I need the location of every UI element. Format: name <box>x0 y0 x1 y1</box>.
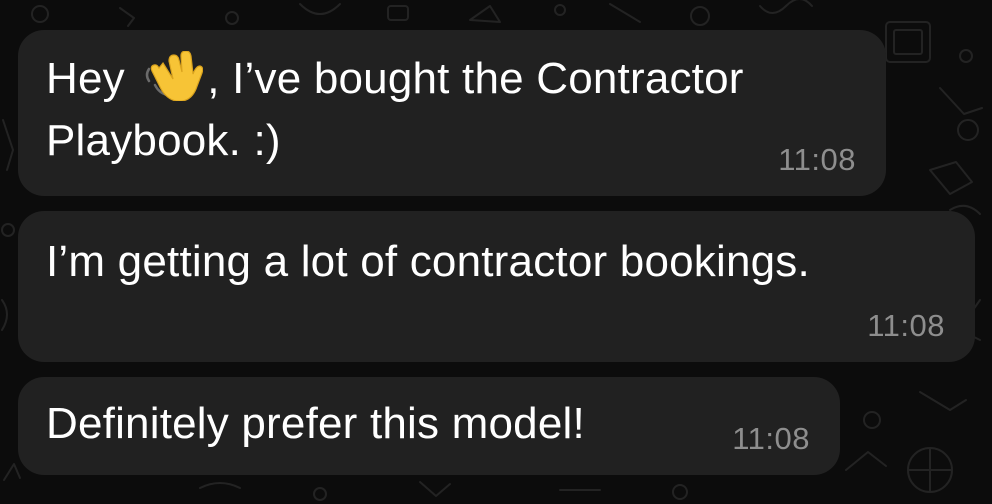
message-timestamp: 11:08 <box>778 142 856 177</box>
message-text: I’m getting a lot of contractor bookings… <box>46 237 810 286</box>
message-timestamp: 11:08 <box>867 308 945 343</box>
incoming-message-bubble[interactable]: I’m getting a lot of contractor bookings… <box>18 211 975 362</box>
message-text: Definitely prefer this model! <box>46 399 585 448</box>
waving-hand-icon <box>146 51 204 101</box>
incoming-message-bubble[interactable]: Definitely prefer this model! 11:08 <box>18 377 840 475</box>
incoming-message-bubble[interactable]: Hey , I’ve bought the Contractor Playbook… <box>18 30 886 196</box>
message-timestamp: 11:08 <box>732 421 810 456</box>
message-text: Hey , I’ve bought the Contractor Playbook… <box>46 48 744 172</box>
